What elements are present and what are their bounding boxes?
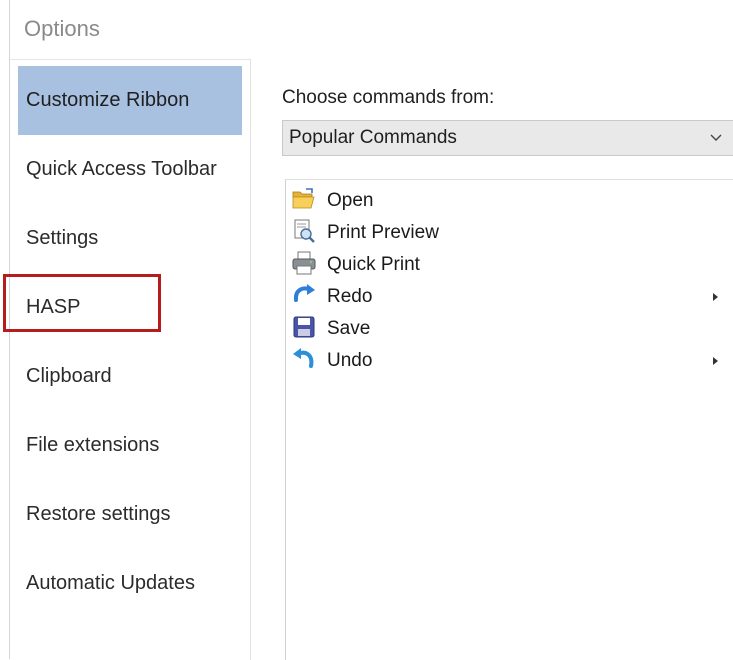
sidebar-item-hasp[interactable]: HASP [18,273,242,342]
chevron-down-icon [709,121,723,168]
command-print-preview[interactable]: Print Preview [291,217,733,249]
sidebar-item-quick-access-toolbar[interactable]: Quick Access Toolbar [18,135,242,204]
command-label: Save [327,318,371,339]
command-save[interactable]: Save [291,313,733,345]
printer-icon [291,250,317,276]
sidebar-item-file-extensions[interactable]: File extensions [18,411,242,480]
sidebar-item-settings[interactable]: Settings [18,204,242,273]
command-label: Quick Print [327,254,420,275]
options-sidebar: Customize Ribbon Quick Access Toolbar Se… [10,59,251,660]
window-left-edge [0,0,10,659]
commands-list-items: Open Print Preview Quick Print Redo Save… [291,185,733,377]
command-quick-print[interactable]: Quick Print [291,249,733,281]
folder-open-icon [291,186,317,212]
dropdown-selected-value: Popular Commands [289,127,457,148]
window-title: Options [24,16,100,41]
print-preview-icon [291,218,317,244]
sidebar-item-clipboard[interactable]: Clipboard [18,342,242,411]
redo-icon [291,282,317,308]
command-open[interactable]: Open [291,185,733,217]
sidebar-item-customize-ribbon[interactable]: Customize Ribbon [18,66,242,135]
command-redo[interactable]: Redo [291,281,733,313]
sidebar-item-automatic-updates[interactable]: Automatic Updates [18,549,242,618]
customize-ribbon-panel: Choose commands from: Popular Commands O… [251,59,733,660]
command-label: Open [327,190,374,211]
save-icon [291,314,317,340]
command-label: Undo [327,350,373,371]
undo-icon [291,346,317,372]
options-window: Options Customize Ribbon Quick Access To… [0,0,733,660]
submenu-arrow-icon [713,345,719,391]
commands-list[interactable]: Open Print Preview Quick Print Redo Save… [285,179,733,660]
choose-commands-label: Choose commands from: [282,87,495,108]
sidebar-list: Customize Ribbon Quick Access Toolbar Se… [18,66,242,618]
command-undo[interactable]: Undo [291,345,733,377]
command-label: Redo [327,286,373,307]
commands-source-dropdown[interactable]: Popular Commands [282,120,733,156]
sidebar-item-restore-settings[interactable]: Restore settings [18,480,242,549]
command-label: Print Preview [327,222,439,243]
